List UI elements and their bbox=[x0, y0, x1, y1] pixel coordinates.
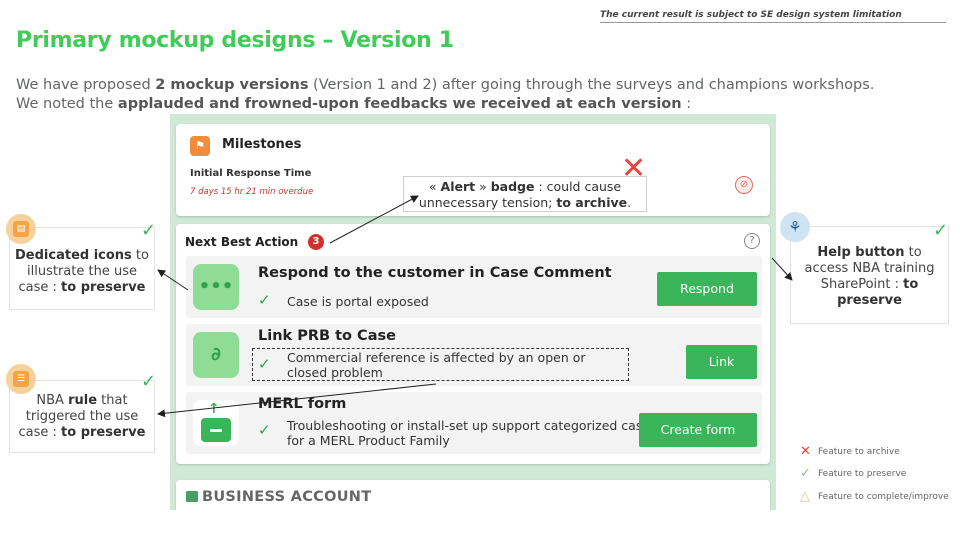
arrow-alert bbox=[329, 195, 419, 244]
annotation-arrows bbox=[157, 195, 793, 418]
arrow-icons bbox=[157, 269, 189, 291]
arrow-help bbox=[771, 257, 793, 281]
arrow-rule bbox=[157, 383, 437, 418]
